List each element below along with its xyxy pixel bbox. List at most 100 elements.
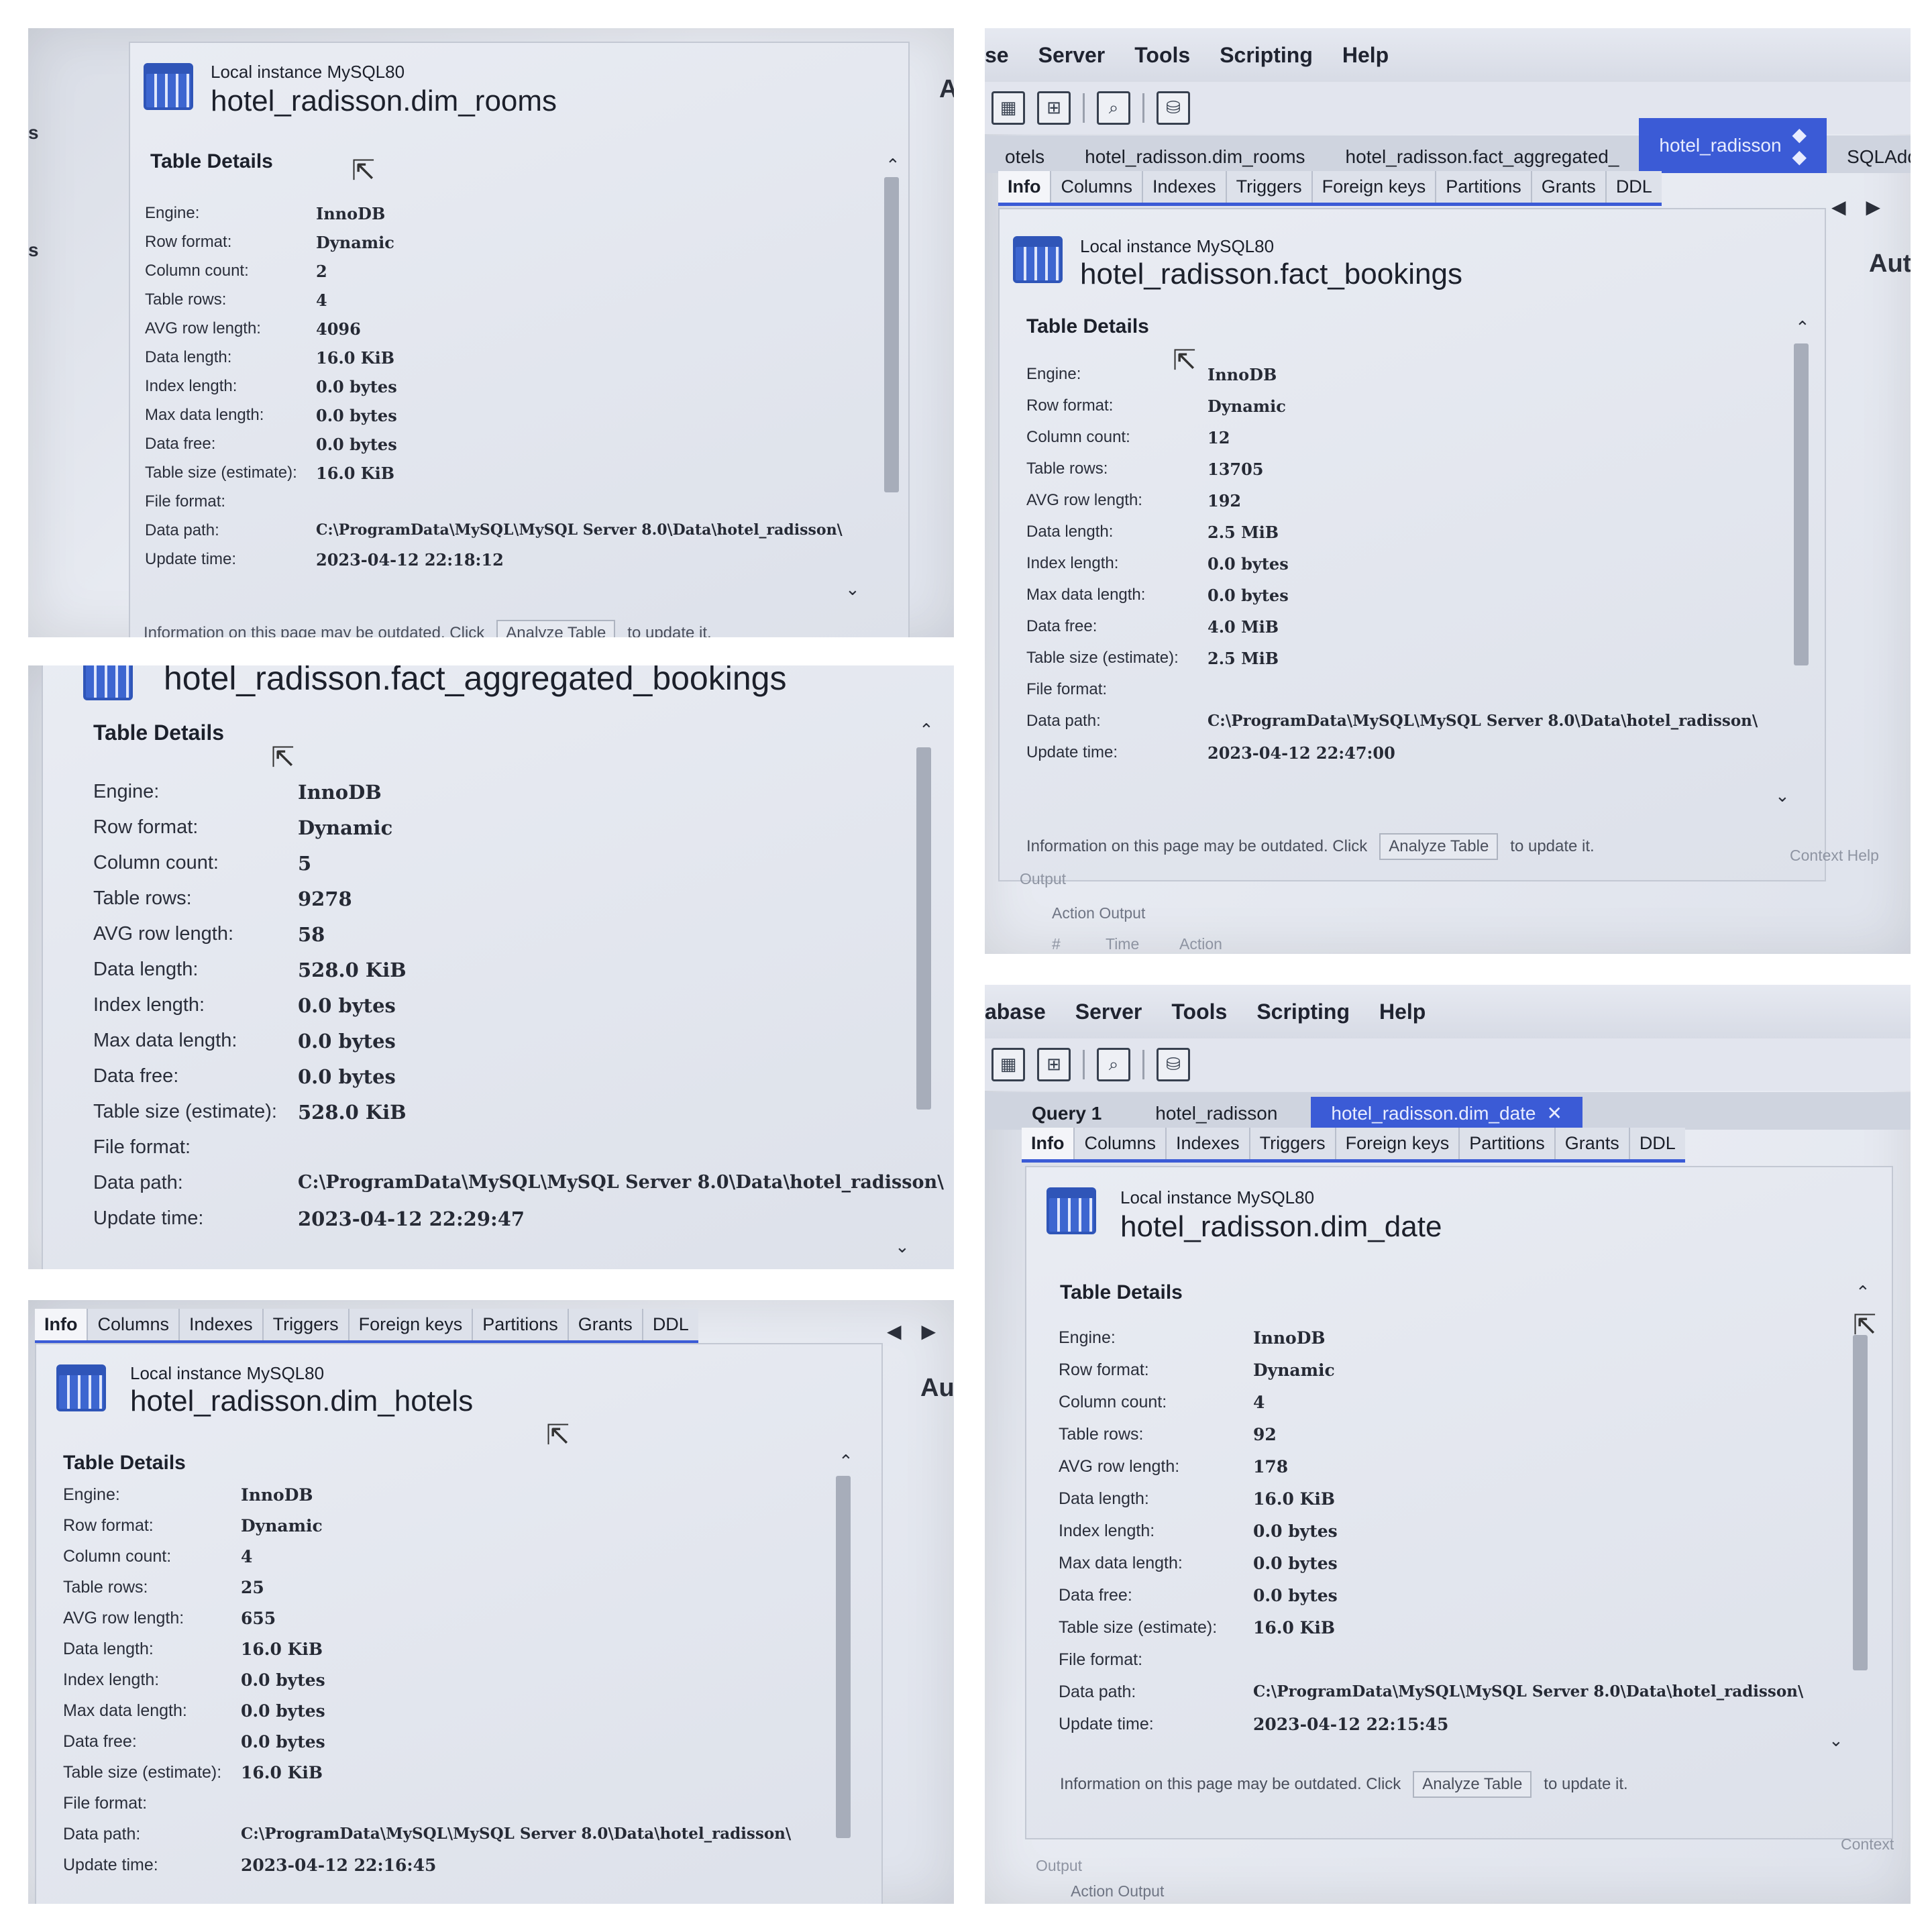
tab-foreign-keys[interactable]: Foreign keys: [1311, 171, 1436, 203]
scroll-up-icon[interactable]: ⌃: [919, 720, 934, 741]
left-edge-text: s: [28, 122, 39, 143]
create-schema-icon[interactable]: ⛁: [1157, 1048, 1190, 1081]
inspector-icon[interactable]: ⌕: [1097, 1048, 1130, 1081]
tab-triggers[interactable]: Triggers: [1248, 1128, 1335, 1159]
menu-server[interactable]: Server: [1075, 1000, 1142, 1024]
panel-nav-arrows-icon[interactable]: ◀▶: [1831, 196, 1900, 218]
label-row-format: Row format:: [1059, 1360, 1149, 1379]
new-sql-tab-icon[interactable]: ▦: [991, 91, 1025, 125]
table-name: hotel_radisson.fact_aggregated_bookings: [164, 665, 787, 697]
label-index-length: Index length:: [1059, 1521, 1155, 1540]
photo-dim-date: abase Server Tools Scripting Help ▦ ⊞ ⌕ …: [985, 985, 1911, 1904]
menu-help[interactable]: Help: [1379, 1000, 1426, 1024]
scroll-up-icon[interactable]: ⌃: [1795, 318, 1810, 338]
context-label[interactable]: Context: [1841, 1835, 1894, 1854]
tab-ddl[interactable]: DDL: [641, 1309, 698, 1340]
tab-grants[interactable]: Grants: [1554, 1128, 1629, 1159]
outdated-notice: Information on this page may be outdated…: [144, 620, 712, 637]
tab-columns[interactable]: Columns: [87, 1309, 179, 1340]
vertical-scrollbar[interactable]: [1853, 1335, 1868, 1670]
photo-dim-rooms: s s A Local instance MySQL80 hotel_radis…: [28, 28, 954, 637]
tab-grants[interactable]: Grants: [567, 1309, 642, 1340]
tab-indexes[interactable]: Indexes: [178, 1309, 262, 1340]
analyze-table-button[interactable]: Analyze Table: [1413, 1771, 1532, 1798]
tab-triggers[interactable]: Triggers: [262, 1309, 348, 1340]
label-max-data-length: Max data length:: [63, 1701, 187, 1720]
tab-ddl[interactable]: DDL: [1605, 171, 1662, 203]
tab-indexes[interactable]: Indexes: [1165, 1128, 1249, 1159]
tab-partitions[interactable]: Partitions: [1458, 1128, 1554, 1159]
table-details: Engine: InnoDB Row format: Dynamic Column …: [63, 1485, 791, 1886]
vertical-scrollbar[interactable]: [836, 1476, 851, 1838]
footer-text: Information on this page may be outdated…: [1026, 837, 1368, 855]
analyze-table-button[interactable]: Analyze Table: [496, 620, 616, 637]
tab-partitions[interactable]: Partitions: [1435, 171, 1531, 203]
tab-foreign-keys[interactable]: Foreign keys: [347, 1309, 472, 1340]
tab-info[interactable]: Info: [1022, 1128, 1074, 1159]
sidebar-sqladditions-label[interactable]: SQLAddi: [1827, 141, 1911, 173]
label-data-path: Data path:: [93, 1172, 183, 1193]
tab-foreign-keys[interactable]: Foreign keys: [1334, 1128, 1459, 1159]
vertical-scrollbar[interactable]: [884, 177, 899, 492]
close-tab-icon[interactable]: ✕: [1547, 1102, 1562, 1124]
label-table-rows: Table rows:: [1059, 1425, 1144, 1444]
inspector-icon[interactable]: ⌕: [1097, 91, 1130, 125]
menu-database[interactable]: abase: [985, 1000, 1046, 1024]
menu-server[interactable]: Server: [1038, 43, 1106, 68]
tab-indexes[interactable]: Indexes: [1142, 171, 1226, 203]
section-title: Table Details: [93, 720, 225, 745]
label-update-time: Update time:: [1026, 743, 1118, 761]
menu-tools[interactable]: Tools: [1171, 1000, 1227, 1024]
scroll-down-icon[interactable]: ⌄: [895, 1237, 910, 1257]
scroll-down-icon[interactable]: ⌄: [845, 580, 860, 600]
label-data-path: Data path:: [1059, 1682, 1136, 1701]
doc-tab-fact-bookings[interactable]: hotel_radisson ◆ ◆: [1639, 118, 1827, 173]
scroll-down-icon[interactable]: ⌄: [1829, 1731, 1843, 1751]
tab-triggers[interactable]: Triggers: [1225, 171, 1311, 203]
value-data-path: C:\ProgramData\MySQL\MySQL Server 8.0\Da…: [298, 1172, 944, 1193]
table-icon: [144, 63, 193, 110]
scroll-up-icon[interactable]: ⌃: [839, 1452, 853, 1472]
tab-info[interactable]: Info: [998, 171, 1051, 203]
vertical-scrollbar[interactable]: [1794, 343, 1809, 665]
table-details: Engine: InnoDB Row format: Dynamic Column …: [93, 781, 944, 1243]
menu-scripting[interactable]: Scripting: [1220, 43, 1313, 68]
label-data-length: Data length:: [1026, 523, 1114, 541]
tab-ddl[interactable]: DDL: [1628, 1128, 1685, 1159]
value-data-path: C:\ProgramData\MySQL\MySQL Server 8.0\Da…: [1208, 712, 1758, 730]
value-engine: InnoDB: [298, 781, 382, 804]
value-engine: InnoDB: [241, 1485, 313, 1505]
menu-tools[interactable]: Tools: [1134, 43, 1190, 68]
scroll-up-icon[interactable]: ⌃: [885, 156, 900, 176]
footer-text: Information on this page may be outdated…: [1060, 1775, 1401, 1793]
analyze-table-button[interactable]: Analyze Table: [1379, 833, 1499, 860]
menu-scripting[interactable]: Scripting: [1256, 1000, 1350, 1024]
menu-database[interactable]: se: [985, 43, 1009, 68]
scroll-up-icon[interactable]: ⌃: [1856, 1283, 1870, 1303]
tab-columns[interactable]: Columns: [1050, 171, 1142, 203]
tab-columns[interactable]: Columns: [1073, 1128, 1166, 1159]
open-sql-script-icon[interactable]: ⊞: [1037, 1048, 1071, 1081]
value-data-free: 0.0 bytes: [316, 435, 397, 454]
label-column-count: Column count:: [1026, 428, 1130, 446]
open-sql-script-icon[interactable]: ⊞: [1037, 91, 1071, 125]
tab-info[interactable]: Info: [35, 1309, 87, 1340]
output-col-action: Action: [1179, 935, 1222, 953]
action-output-select[interactable]: Action Output: [1052, 904, 1145, 922]
label-file-format: File format:: [1026, 680, 1108, 698]
menu-help[interactable]: Help: [1342, 43, 1389, 68]
label-data-free: Data free:: [93, 1065, 179, 1087]
context-help-label[interactable]: Context Help: [1790, 847, 1879, 865]
tab-grants[interactable]: Grants: [1530, 171, 1605, 203]
value-data-free: 4.0 MiB: [1208, 617, 1279, 637]
tab-partitions[interactable]: Partitions: [472, 1309, 568, 1340]
vertical-scrollbar[interactable]: [916, 747, 931, 1110]
action-output-select[interactable]: Action Output: [1071, 1882, 1164, 1900]
outdated-notice: Information on this page may be outdated…: [1060, 1771, 1628, 1798]
scroll-down-icon[interactable]: ⌄: [1775, 786, 1790, 806]
new-sql-tab-icon[interactable]: ▦: [991, 1048, 1025, 1081]
panel-nav-arrows-icon[interactable]: ◀▶: [887, 1320, 954, 1342]
create-schema-icon[interactable]: ⛁: [1157, 91, 1190, 125]
label-data-free: Data free:: [1059, 1586, 1132, 1605]
tab-scroll-icon[interactable]: ◆ ◆: [1792, 123, 1807, 168]
